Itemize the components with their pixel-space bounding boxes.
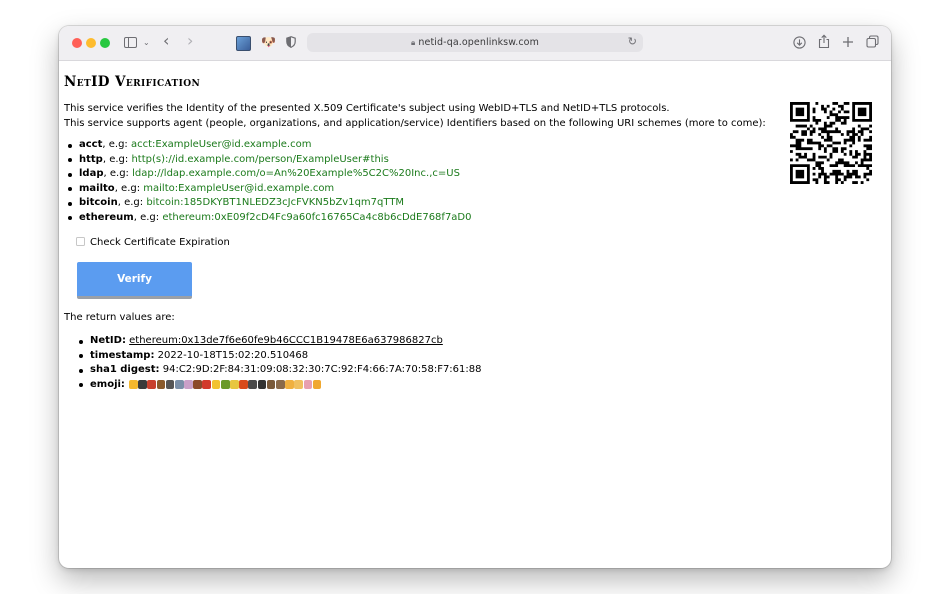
extension-icon[interactable] bbox=[236, 36, 251, 51]
address-bar[interactable]: 🔒︎ netid-qa.openlinksw.com ↻ bbox=[307, 33, 643, 52]
emoji-glyph bbox=[257, 380, 267, 390]
scheme-item-acct: acct, e.g: acct:ExampleUser@id.example.c… bbox=[68, 138, 472, 153]
emoji-glyph bbox=[275, 380, 285, 390]
return-timestamp: timestamp: 2022-10-18T15:02:20.510468 bbox=[79, 349, 482, 364]
scheme-example: ldap://ldap.example.com/o=An%20Example%5… bbox=[132, 168, 460, 179]
uri-scheme-list: acct, e.g: acct:ExampleUser@id.example.c… bbox=[68, 138, 472, 226]
emoji-glyph bbox=[128, 380, 138, 390]
return-values-list: NetID: ethereum:0x13de7f6e60fe9b46CCC1B1… bbox=[79, 334, 482, 393]
scheme-item-http: http, e.g: http(s)://id.example.com/pers… bbox=[68, 153, 472, 168]
scheme-item-ldap: ldap, e.g: ldap://ldap.example.com/o=An%… bbox=[68, 167, 472, 182]
downloads-icon[interactable] bbox=[793, 36, 806, 49]
url-text: netid-qa.openlinksw.com bbox=[418, 37, 539, 48]
minimize-window-button[interactable] bbox=[86, 38, 96, 48]
emoji-glyph bbox=[266, 380, 276, 390]
verify-button[interactable]: Verify bbox=[77, 262, 192, 299]
scheme-example: bitcoin:185DKYBT1NLEDZ3cJcFVKN5bZv1qm7qT… bbox=[146, 197, 405, 208]
scheme-example: ethereum:0xE09f2cD4Fc9a60fc16765Ca4c8b6c… bbox=[162, 211, 472, 223]
emoji-glyph bbox=[147, 380, 156, 390]
reload-icon[interactable]: ↻ bbox=[628, 35, 637, 48]
emoji-glyph bbox=[211, 380, 221, 390]
emoji-glyph bbox=[239, 380, 248, 390]
close-window-button[interactable] bbox=[72, 38, 82, 48]
sha1-value: 94:C2:9D:2F:84:31:09:08:32:30:7C:92:F4:6… bbox=[162, 364, 482, 375]
emoji-glyph bbox=[138, 380, 147, 390]
timestamp-value: 2022-10-18T15:02:20.510468 bbox=[157, 349, 309, 361]
scheme-item-mailto: mailto, e.g: mailto:ExampleUser@id.examp… bbox=[68, 182, 472, 197]
check-expiration-label: Check Certificate Expiration bbox=[90, 237, 230, 248]
dog-extension-icon[interactable]: 🐶 bbox=[261, 35, 276, 49]
emoji-glyph bbox=[193, 380, 202, 390]
check-expiration-checkbox[interactable] bbox=[76, 236, 85, 246]
emoji-glyph bbox=[312, 380, 322, 390]
check-expiration-row[interactable]: Check Certificate Expiration bbox=[76, 236, 230, 250]
netid-link[interactable]: ethereum:0x13de7f6e60fe9b46CCC1B19478E6a… bbox=[129, 335, 443, 346]
emoji-glyph bbox=[156, 380, 166, 390]
intro-text: This service verifies the Identity of th… bbox=[64, 102, 766, 131]
new-tab-icon[interactable] bbox=[842, 36, 854, 48]
emoji-glyph bbox=[165, 380, 175, 390]
emoji-glyph bbox=[184, 380, 193, 390]
emoji-glyph bbox=[248, 380, 258, 390]
scheme-item-ethereum: ethereum, e.g: ethereum:0xE09f2cD4Fc9a60… bbox=[68, 211, 472, 226]
emoji-glyph bbox=[202, 380, 212, 390]
scheme-item-bitcoin: bitcoin, e.g: bitcoin:185DKYBT1NLEDZ3cJc… bbox=[68, 196, 472, 211]
scheme-example: acct:ExampleUser@id.example.com bbox=[130, 139, 312, 150]
emoji-sequence bbox=[128, 380, 322, 390]
return-emoji: emoji: bbox=[79, 378, 482, 393]
intro-line-2: This service supports agent (people, org… bbox=[64, 117, 766, 129]
emoji-glyph bbox=[294, 380, 303, 390]
emoji-glyph bbox=[303, 380, 313, 390]
lock-icon: 🔒︎ bbox=[411, 38, 416, 47]
tab-overview-icon[interactable] bbox=[866, 35, 879, 48]
sidebar-toggle-icon[interactable] bbox=[124, 37, 137, 48]
return-values-heading: The return values are: bbox=[64, 312, 175, 323]
intro-line-1: This service verifies the Identity of th… bbox=[64, 103, 670, 114]
browser-window: ⌄ ‹ › 🐶 🔒︎ netid-qa.openlinksw.com ↻ Net… bbox=[59, 26, 891, 568]
qr-code bbox=[790, 102, 872, 184]
chevron-down-icon[interactable]: ⌄ bbox=[143, 34, 150, 52]
scheme-example: mailto:ExampleUser@id.example.com bbox=[143, 182, 335, 194]
scheme-example: http(s)://id.example.com/person/ExampleU… bbox=[131, 153, 389, 165]
emoji-glyph bbox=[285, 380, 294, 390]
privacy-shield-icon[interactable] bbox=[286, 36, 296, 48]
return-sha1: sha1 digest: 94:C2:9D:2F:84:31:09:08:32:… bbox=[79, 363, 482, 378]
return-netid: NetID: ethereum:0x13de7f6e60fe9b46CCC1B1… bbox=[79, 334, 482, 349]
zoom-window-button[interactable] bbox=[100, 38, 110, 48]
page-title: NetID Verification bbox=[64, 74, 201, 90]
emoji-glyph bbox=[220, 380, 230, 390]
emoji-glyph bbox=[230, 380, 239, 390]
browser-toolbar: ⌄ ‹ › 🐶 🔒︎ netid-qa.openlinksw.com ↻ bbox=[59, 26, 891, 61]
share-icon[interactable] bbox=[818, 34, 830, 49]
page-content: NetID Verification This service verifies… bbox=[59, 61, 891, 568]
emoji-glyph bbox=[174, 380, 184, 390]
forward-icon[interactable]: › bbox=[187, 32, 193, 50]
back-icon[interactable]: ‹ bbox=[163, 32, 169, 50]
